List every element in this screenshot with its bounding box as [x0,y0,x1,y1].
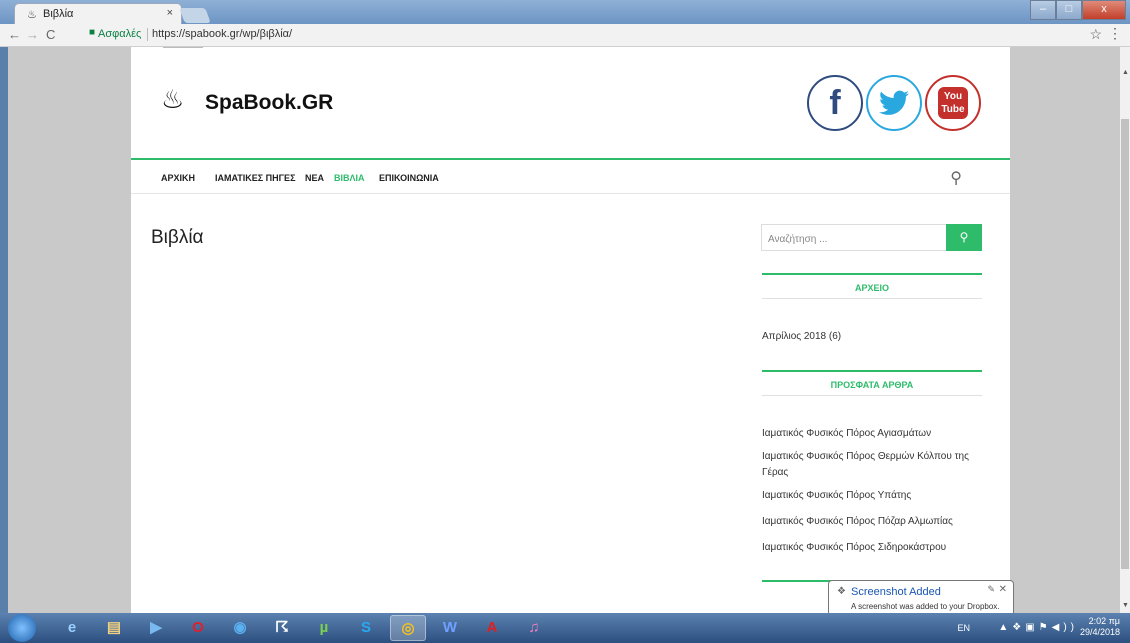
utorrent-icon[interactable]: µ [306,615,342,641]
logo-divider [163,47,203,48]
window-controls: – □ x [1030,0,1126,20]
nav-item-books[interactable]: ΒΙΒΛΙΑ [334,173,365,183]
sidebar-search-input[interactable]: Αναζήτηση ... [761,224,947,251]
bookmark-star-icon[interactable]: ☆ [1089,26,1102,43]
clock[interactable]: 2:02 πμ 29/4/2018 [1080,616,1120,638]
youtube-text-top: You [943,91,963,102]
archive-link[interactable]: Απρίλιος 2018 (6) [762,329,992,345]
recent-posts-title: ΠΡΟΣΦΑΤΑ ΑΡΘΡΑ [762,370,982,396]
clock-date: 29/4/2018 [1079,627,1120,637]
facebook-letter: f [829,83,841,122]
secure-label: Ασφαλές [98,28,142,40]
close-icon[interactable]: ✕ [999,584,1007,595]
minimize-button[interactable]: – [1030,0,1056,20]
main-nav: ΑΡΧΙΚΗ ΙΑΜΑΤΙΚΕΣ ΠΗΓΕΣ ΝΕΑ ΒΙΒΛΙΑ ΕΠΙΚΟΙ… [131,158,1010,194]
page-scrollbar[interactable]: ▲ ▼ [1120,47,1130,613]
notification-title: Screenshot Added [851,586,941,598]
media-player-icon[interactable]: ▶ [138,615,174,641]
tab-strip: ♨ Βιβλία × – □ x [0,0,1130,24]
close-window-button[interactable]: x [1082,0,1126,20]
windows-taskbar: e ▤ ▶ O ◉ ☈ µ S ◎ W A ♫ EN ▲❖▣⚑◀)) 2:02 … [0,613,1130,643]
maximize-button[interactable]: □ [1056,0,1082,20]
tab-close-icon[interactable]: × [167,7,173,19]
nav-search-icon[interactable]: ⚲ [950,168,962,188]
twitter-icon[interactable] [866,75,922,131]
twitter-bird-icon [879,90,909,115]
pin-icon[interactable]: ✎ [987,584,995,595]
nav-item-contact[interactable]: ΕΠΙΚΟΙΝΩΝΙΑ [379,173,439,183]
clock-time: 2:02 πμ [1088,616,1120,626]
new-tab-button[interactable] [179,8,211,23]
opera-icon[interactable]: O [180,615,216,641]
acrobat-icon[interactable]: A [474,615,510,641]
recent-post-link[interactable]: Ιαματικός Φυσικός Πόρος Υπάτης [762,488,992,504]
site-favicon-icon: ♨ [27,9,37,21]
lock-icon: ■ [89,27,96,38]
archive-widget-title: ΑΡΧΕΙΟ [762,273,982,299]
page-title: Βιβλία [151,227,204,248]
recent-post-link[interactable]: Ιαματικός Φυσικός Πόρος Θερμών Κόλπου τη… [762,449,984,481]
nav-item-springs[interactable]: ΙΑΜΑΤΙΚΕΣ ΠΗΓΕΣ [215,173,295,183]
youtube-icon[interactable]: You Tube [925,75,981,131]
facebook-icon[interactable]: f [807,75,863,131]
tab-title: Βιβλία [43,8,74,20]
chrome-menu-icon[interactable]: ⋮ [1108,25,1122,42]
forward-arrow-icon[interactable]: → [26,27,39,42]
start-button[interactable] [8,614,36,642]
hot-spring-logo-icon[interactable]: ♨ [161,84,184,115]
sidebar-search-button[interactable]: ⚲ [946,224,982,251]
browser-tab[interactable]: ♨ Βιβλία × [14,3,182,24]
internet-explorer-icon[interactable]: e [54,615,90,641]
widget-divider [762,580,832,582]
chrome-taskbar-icon[interactable]: ◎ [390,615,426,641]
reload-icon[interactable]: C [46,27,55,42]
recent-post-link[interactable]: Ιαματικός Φυσικός Πόρος Πόζαρ Αλμωπίας [762,514,992,530]
skype-icon[interactable]: S [348,615,384,641]
scroll-down-icon[interactable]: ▼ [1122,602,1129,609]
notification-message: A screenshot was added to your Dropbox. [851,602,1000,611]
page-viewport: ♨ SpaBook.GR f You Tube ΑΡΧΙΚΗ ΙΑΜΑΤΙΚΕΣ… [8,47,1120,613]
tray-icons[interactable]: ▲❖▣⚑◀)) [998,622,1078,633]
dropbox-icon: ❖ [837,586,846,597]
scrollbar-thumb[interactable] [1121,119,1129,569]
address-bar[interactable]: ■ Ασφαλές https://spabook.gr/wp/βιβλία/ [84,26,1084,43]
chromium-icon[interactable]: ◉ [222,615,258,641]
youtube-badge: You Tube [938,87,968,119]
back-arrow-icon[interactable]: ← [8,27,21,42]
word-icon[interactable]: W [432,615,468,641]
nav-item-home[interactable]: ΑΡΧΙΚΗ [161,173,195,183]
search-icon: ⚲ [959,230,969,244]
runner-app-icon[interactable]: ☈ [264,615,300,641]
address-separator [147,28,148,41]
page-content: ♨ SpaBook.GR f You Tube ΑΡΧΙΚΗ ΙΑΜΑΤΙΚΕΣ… [131,47,1010,613]
site-logo[interactable]: SpaBook.GR [205,91,333,115]
itunes-icon[interactable]: ♫ [516,615,552,641]
dropbox-notification[interactable]: ❖ Screenshot Added ✎ ✕ A screenshot was … [828,580,1014,616]
language-indicator[interactable]: EN [957,623,970,633]
youtube-text-bottom: Tube [941,104,965,115]
recent-post-link[interactable]: Ιαματικός Φυσικός Πόρος Αγιασμάτων [762,426,992,442]
recent-post-link[interactable]: Ιαματικός Φυσικός Πόρος Σιδηροκάστρου [762,540,992,556]
file-explorer-icon[interactable]: ▤ [96,615,132,641]
scroll-up-icon[interactable]: ▲ [1122,69,1129,76]
url-text[interactable]: https://spabook.gr/wp/βιβλία/ [152,28,292,40]
nav-item-news[interactable]: ΝΕΑ [305,173,324,183]
browser-toolbar: ← → C ■ Ασφαλές https://spabook.gr/wp/βι… [0,24,1130,47]
